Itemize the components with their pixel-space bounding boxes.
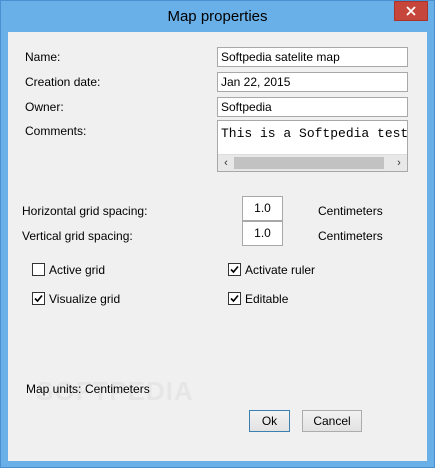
map-properties-dialog: Map properties SOFTPEDIA Name: Softpedia… xyxy=(0,0,435,468)
comments-textarea[interactable]: This is a Softpedia test ‹ › xyxy=(217,120,408,172)
window-title: Map properties xyxy=(167,8,268,25)
dialog-body: SOFTPEDIA Name: Softpedia satelite map C… xyxy=(8,32,427,461)
name-input[interactable]: Softpedia satelite map xyxy=(217,47,408,67)
close-icon xyxy=(406,6,416,16)
scroll-left-icon[interactable]: ‹ xyxy=(219,156,233,170)
vertical-grid-label: Vertical grid spacing: xyxy=(22,229,133,243)
map-units-value: Centimeters xyxy=(85,382,150,396)
creation-date-label: Creation date: xyxy=(25,75,101,89)
owner-label: Owner: xyxy=(25,100,64,114)
active-grid-label: Active grid xyxy=(49,263,106,277)
visualize-grid-checkbox[interactable] xyxy=(32,292,45,305)
title-bar[interactable]: Map properties xyxy=(1,1,434,33)
active-grid-checkbox[interactable] xyxy=(32,263,45,276)
owner-input[interactable]: Softpedia xyxy=(217,97,408,117)
creation-date-input[interactable]: Jan 22, 2015 xyxy=(217,72,408,92)
checkmark-icon xyxy=(230,265,239,274)
activate-ruler-checkbox[interactable] xyxy=(228,263,241,276)
scroll-right-icon[interactable]: › xyxy=(392,156,406,170)
checkmark-icon xyxy=(34,294,43,303)
horizontal-grid-unit: Centimeters xyxy=(318,204,383,218)
ok-button[interactable]: Ok xyxy=(249,410,290,432)
comments-scrollbar[interactable]: ‹ › xyxy=(218,154,407,171)
vertical-grid-input[interactable]: 1.0 xyxy=(242,221,283,246)
activate-ruler-label: Activate ruler xyxy=(245,263,316,277)
editable-label: Editable xyxy=(245,292,289,306)
editable-checkbox[interactable] xyxy=(228,292,241,305)
comments-label: Comments: xyxy=(25,124,87,138)
close-button[interactable] xyxy=(394,1,428,21)
horizontal-grid-input[interactable]: 1.0 xyxy=(242,196,283,221)
comments-text: This is a Softpedia test xyxy=(221,126,408,141)
map-units-label: Map units: xyxy=(26,382,82,396)
checkmark-icon xyxy=(230,294,239,303)
scrollbar-thumb[interactable] xyxy=(234,157,384,169)
vertical-grid-unit: Centimeters xyxy=(318,229,383,243)
cancel-button[interactable]: Cancel xyxy=(302,410,362,432)
horizontal-grid-label: Horizontal grid spacing: xyxy=(22,204,148,218)
name-label: Name: xyxy=(25,50,61,64)
visualize-grid-label: Visualize grid xyxy=(49,292,121,306)
